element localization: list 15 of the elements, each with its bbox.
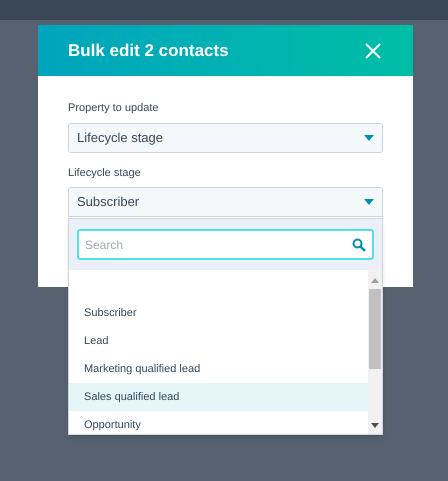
- dialog-title: Bulk edit 2 contacts: [68, 40, 229, 62]
- close-button[interactable]: [365, 42, 383, 60]
- select-field[interactable]: Lifecycle stage: [68, 122, 383, 152]
- field-label: Property to update: [68, 101, 160, 116]
- search-icon: [352, 238, 366, 252]
- dropdown-option[interactable]: Opportunity: [69, 411, 368, 434]
- scroll-up-icon[interactable]: [371, 278, 379, 283]
- caret-icon: [364, 199, 374, 205]
- caret-icon: [364, 134, 374, 140]
- scroll-down-icon[interactable]: [371, 423, 379, 428]
- search-field[interactable]: Search: [77, 229, 374, 260]
- scrollbar-thumb[interactable]: [369, 289, 381, 369]
- field-label: Lifecycle stage: [68, 166, 142, 180]
- select-field[interactable]: Subscriber: [68, 187, 383, 217]
- dropdown-option[interactable]: Sales qualified lead: [69, 383, 368, 411]
